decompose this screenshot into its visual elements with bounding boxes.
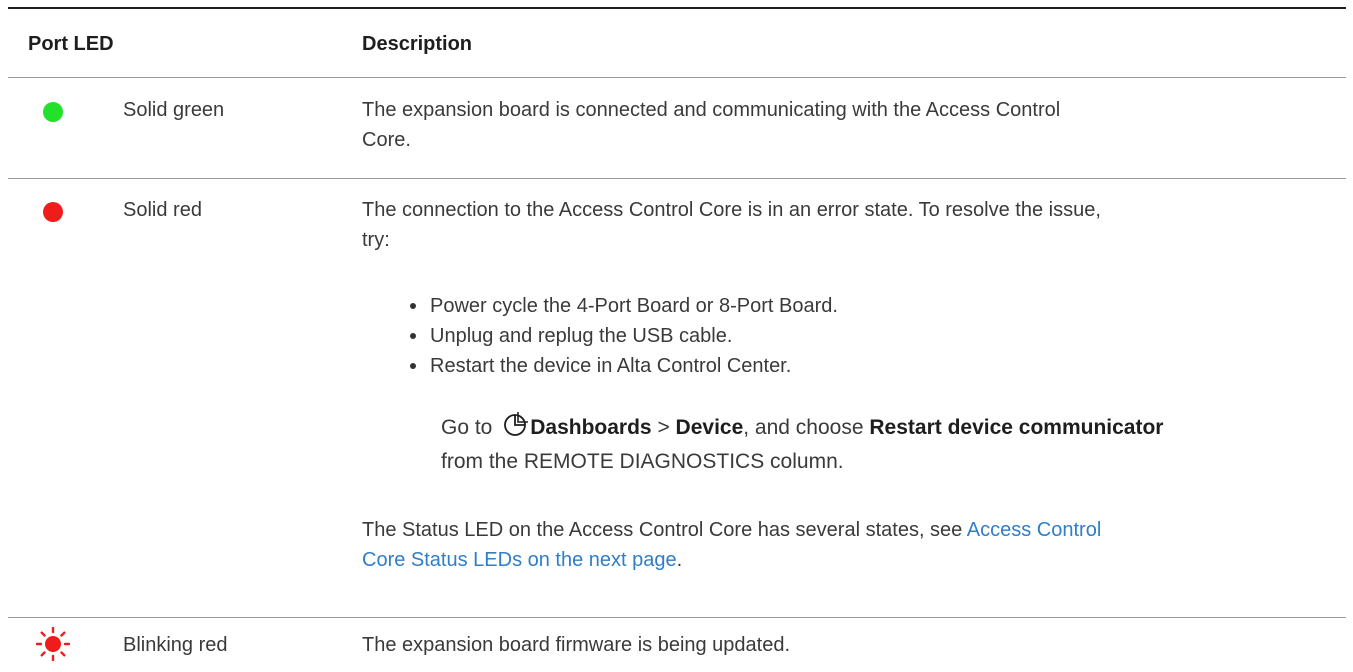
- led-label: Solid red: [123, 199, 202, 221]
- row-description: The expansion board is connected and com…: [362, 99, 1061, 151]
- troubleshoot-list: Power cycle the 4-Port Board or 8-Port B…: [406, 291, 1306, 381]
- row-rule: [8, 178, 1346, 179]
- dashboards-icon: [504, 412, 529, 436]
- solid-red-dot-icon: [43, 202, 63, 222]
- table-top-rule: [8, 7, 1346, 9]
- row-description: The connection to the Access Control Cor…: [362, 199, 1101, 251]
- list-item: Restart the device in Alta Control Cente…: [406, 351, 1306, 381]
- led-label: Solid green: [123, 99, 225, 121]
- blinking-red-icon: [36, 627, 70, 661]
- row-description: The expansion board firmware is being up…: [362, 634, 791, 656]
- status-leds-link[interactable]: Access Control: [967, 519, 1102, 541]
- led-label: Blinking red: [123, 634, 228, 656]
- goto-instruction: Go to Dashboards > Device, and choose Re…: [441, 411, 1331, 479]
- status-leds-link-cont[interactable]: Core Status LEDs on the next page: [362, 549, 677, 571]
- header-description: Description: [362, 33, 473, 55]
- status-led-note: The Status LED on the Access Control Cor…: [362, 519, 1102, 571]
- row-rule: [8, 617, 1346, 618]
- header-port-led: Port LED: [28, 33, 114, 55]
- list-item: Unplug and replug the USB cable.: [406, 321, 1306, 351]
- solid-green-dot-icon: [43, 102, 63, 122]
- header-rule: [8, 77, 1346, 78]
- list-item: Power cycle the 4-Port Board or 8-Port B…: [406, 291, 1306, 321]
